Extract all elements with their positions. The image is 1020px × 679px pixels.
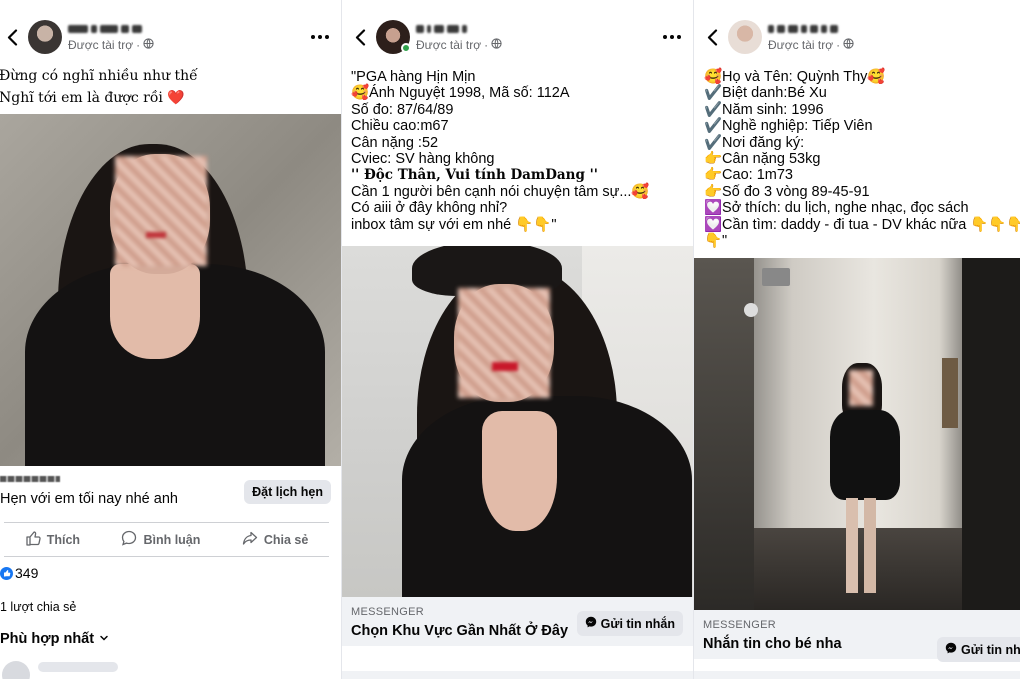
caption-line: Cviec: SV hàng không: [351, 151, 495, 168]
like-button[interactable]: Thích: [25, 530, 80, 549]
cta-bar[interactable]: MESSENGER Chọn Khu Vực Gần Nhất Ở Đây Gử…: [342, 597, 693, 646]
caption-line: Có aiii ở đây không nhỉ?: [351, 200, 508, 217]
page-info: Được tài trợ ·: [416, 22, 659, 52]
action-bar: Thích Bình luận Chia sẻ: [4, 522, 329, 557]
page-name-redacted[interactable]: [416, 22, 659, 35]
post-header: Được tài trợ ·: [0, 12, 341, 62]
cta-source: MESSENGER: [351, 606, 424, 618]
globe-icon: [491, 38, 502, 52]
avatar[interactable]: [376, 20, 411, 54]
caption-line: inbox tâm sự với em nhé 👇👇": [351, 216, 557, 233]
cta-headline[interactable]: Nhắn tin cho bé nha: [703, 636, 842, 652]
page-info: Được tài trợ ·: [768, 22, 1012, 52]
page-name-redacted[interactable]: [68, 22, 307, 35]
sponsored-label: Được tài trợ ·: [416, 38, 659, 52]
ad-post-3: Được tài trợ · 🥰Họ và Tên: Quỳnh Thy🥰 ✔️B…: [693, 0, 1020, 679]
status-bar: [0, 0, 341, 12]
avatar[interactable]: [28, 20, 62, 54]
ad-post-2: Được tài trợ · "PGA hàng Hịn Mịn 🥰Ánh Ngu…: [341, 0, 693, 679]
globe-icon: [143, 38, 154, 52]
ad-photo[interactable]: [694, 258, 1020, 610]
status-bar: [342, 0, 693, 12]
caption-line: ✔️Nghề nghiệp: Tiếp Viên: [704, 118, 873, 135]
messenger-icon: [945, 642, 957, 657]
comment-preview: [0, 660, 120, 679]
caption-line: "PGA hàng Hịn Mịn: [351, 69, 476, 85]
caption-line: 🥰Họ và Tên: Quỳnh Thy🥰: [704, 69, 886, 85]
caption-line: Cần 1 người bên cạnh nói chuyện tâm sự..…: [351, 183, 650, 200]
comment-button[interactable]: Bình luận: [121, 530, 200, 549]
sponsored-label: Được tài trợ ·: [68, 38, 307, 52]
feed-separator: [342, 671, 693, 679]
caption-line: Nghĩ tới em là được rồi ❤️: [0, 90, 185, 106]
caption-line: 👉Số đo 3 vòng 89-45-91: [704, 183, 870, 200]
caption-line: ✔️Nơi đăng ký:: [704, 134, 805, 151]
sponsored-label: Được tài trợ ·: [768, 38, 1012, 52]
ad-photo[interactable]: [0, 114, 341, 466]
thumbs-up-icon: [25, 530, 41, 549]
more-dots-icon[interactable]: [659, 26, 685, 48]
chevron-down-icon: [99, 631, 109, 647]
status-bar: [694, 0, 1020, 12]
globe-icon: [843, 38, 854, 52]
back-chevron-icon[interactable]: [2, 24, 22, 50]
page-name-redacted[interactable]: [768, 22, 1012, 35]
caption-line: 🥰Ánh Nguyệt 1998, Mã số: 112A: [351, 85, 570, 102]
cta-headline[interactable]: Hẹn với em tối nay nhé anh: [0, 491, 178, 507]
more-dots-icon[interactable]: [307, 26, 333, 48]
online-status-indicator: [401, 43, 411, 53]
caption-line: 💟Cần tìm: daddy - đi tua - DV khác nữa 👇…: [704, 216, 1020, 233]
caption-line: 👉Cao: 1m73: [704, 167, 793, 184]
caption-line: 👉Cân nặng 53kg: [704, 151, 821, 168]
reactions-summary[interactable]: 349: [0, 565, 38, 581]
back-chevron-icon[interactable]: [702, 24, 722, 50]
share-arrow-icon: [242, 530, 258, 549]
avatar[interactable]: [728, 20, 762, 54]
feed-separator: [694, 671, 1020, 679]
like-reaction-icon: [0, 566, 13, 580]
cta-bar: Hẹn với em tối nay nhé anh Đặt lịch hẹn: [0, 466, 341, 522]
caption-line: '' Độc Thân, Vui tính DamDang '': [351, 167, 598, 184]
comment-bubble-icon: [121, 530, 137, 549]
caption-line: 👇": [704, 233, 728, 250]
back-chevron-icon[interactable]: [350, 24, 370, 50]
post-header: Được tài trợ ·: [342, 12, 693, 62]
caption-line: Cân nặng :52: [351, 134, 439, 151]
send-message-button[interactable]: Gửi tin nhắ: [937, 637, 1020, 662]
redacted-source: [0, 476, 60, 482]
ad-photo[interactable]: [342, 246, 693, 597]
post-caption: "PGA hàng Hịn Mịn 🥰Ánh Nguyệt 1998, Mã s…: [342, 69, 693, 233]
cta-source: MESSENGER: [703, 619, 776, 631]
post-caption: 🥰Họ và Tên: Quỳnh Thy🥰 ✔️Biệt danh:Bé Xu…: [694, 69, 1020, 249]
post-caption: Đừng có nghĩ nhiều như thế Nghĩ tới em l…: [0, 65, 341, 109]
caption-line: Đừng có nghĩ nhiều như thế: [0, 68, 198, 84]
shares-count[interactable]: 1 lượt chia sẻ: [0, 600, 76, 614]
send-message-button[interactable]: Gửi tin nhắn: [576, 611, 683, 636]
cta-headline[interactable]: Chọn Khu Vực Gần Nhất Ở Đây: [351, 623, 568, 639]
comment-sort-dropdown[interactable]: Phù hợp nhất: [0, 631, 109, 647]
caption-line: Số đo: 87/64/89: [351, 101, 454, 118]
ad-post-1: Được tài trợ · Đừng có nghĩ nhiều như thế…: [0, 0, 341, 679]
caption-line: ✔️Năm sinh: 1996: [704, 101, 824, 118]
caption-line: 💟Sở thích: du lịch, nghe nhạc, đọc sách: [704, 200, 969, 217]
cta-bar[interactable]: MESSENGER Nhắn tin cho bé nha Gửi tin nh…: [694, 610, 1020, 662]
reactions-count: 349: [15, 565, 39, 581]
caption-line: Chiều cao:m67: [351, 118, 449, 135]
messenger-icon: [585, 616, 597, 631]
caption-line: ✔️Biệt danh:Bé Xu: [704, 85, 827, 102]
book-appointment-button[interactable]: Đặt lịch hẹn: [244, 480, 331, 504]
page-info: Được tài trợ ·: [68, 22, 307, 52]
post-header: Được tài trợ ·: [694, 12, 1020, 62]
share-button[interactable]: Chia sẻ: [242, 530, 308, 549]
